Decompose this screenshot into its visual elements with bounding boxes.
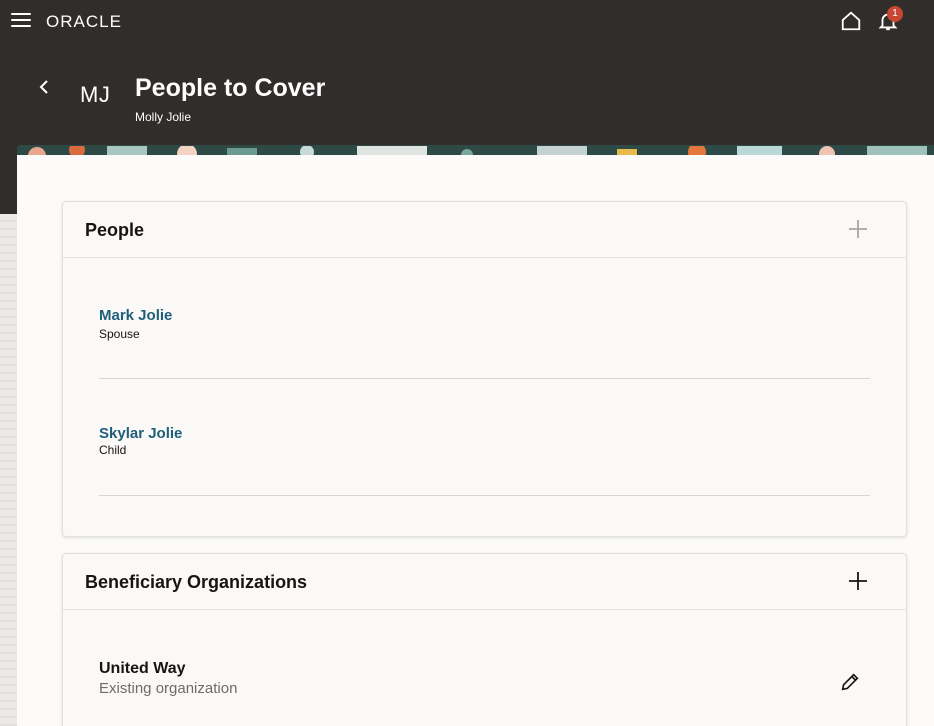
home-icon[interactable] <box>840 10 862 32</box>
page-subtitle: Molly Jolie <box>135 110 192 124</box>
background-strip <box>0 214 17 726</box>
card-divider <box>63 257 906 258</box>
people-card: People Mark Jolie Spouse Skylar Jolie Ch… <box>62 201 907 537</box>
avatar: MJ <box>80 82 111 107</box>
global-header: ORACLE 1 <box>0 0 934 42</box>
add-organization-button[interactable] <box>848 571 868 591</box>
card-divider <box>63 609 906 610</box>
person-name-link[interactable]: Mark Jolie <box>99 307 172 324</box>
row-divider <box>99 378 870 379</box>
notification-badge: 1 <box>887 6 903 22</box>
people-card-title: People <box>85 220 145 240</box>
organization-description: Existing organization <box>99 680 238 697</box>
pencil-icon[interactable] <box>839 671 861 693</box>
page-title: People to Cover <box>135 74 326 102</box>
row-divider <box>99 495 870 496</box>
oracle-logo[interactable]: ORACLE <box>46 12 122 32</box>
menu-icon[interactable] <box>11 13 31 29</box>
back-icon[interactable] <box>36 78 54 96</box>
beneficiary-organizations-card: Beneficiary Organizations United Way Exi… <box>62 553 907 726</box>
add-person-button[interactable] <box>848 219 868 239</box>
person-relationship: Spouse <box>99 327 140 341</box>
organization-name: United Way <box>99 660 186 677</box>
person-relationship: Child <box>99 443 127 457</box>
organizations-card-title: Beneficiary Organizations <box>85 572 308 592</box>
person-name-link[interactable]: Skylar Jolie <box>99 425 182 442</box>
